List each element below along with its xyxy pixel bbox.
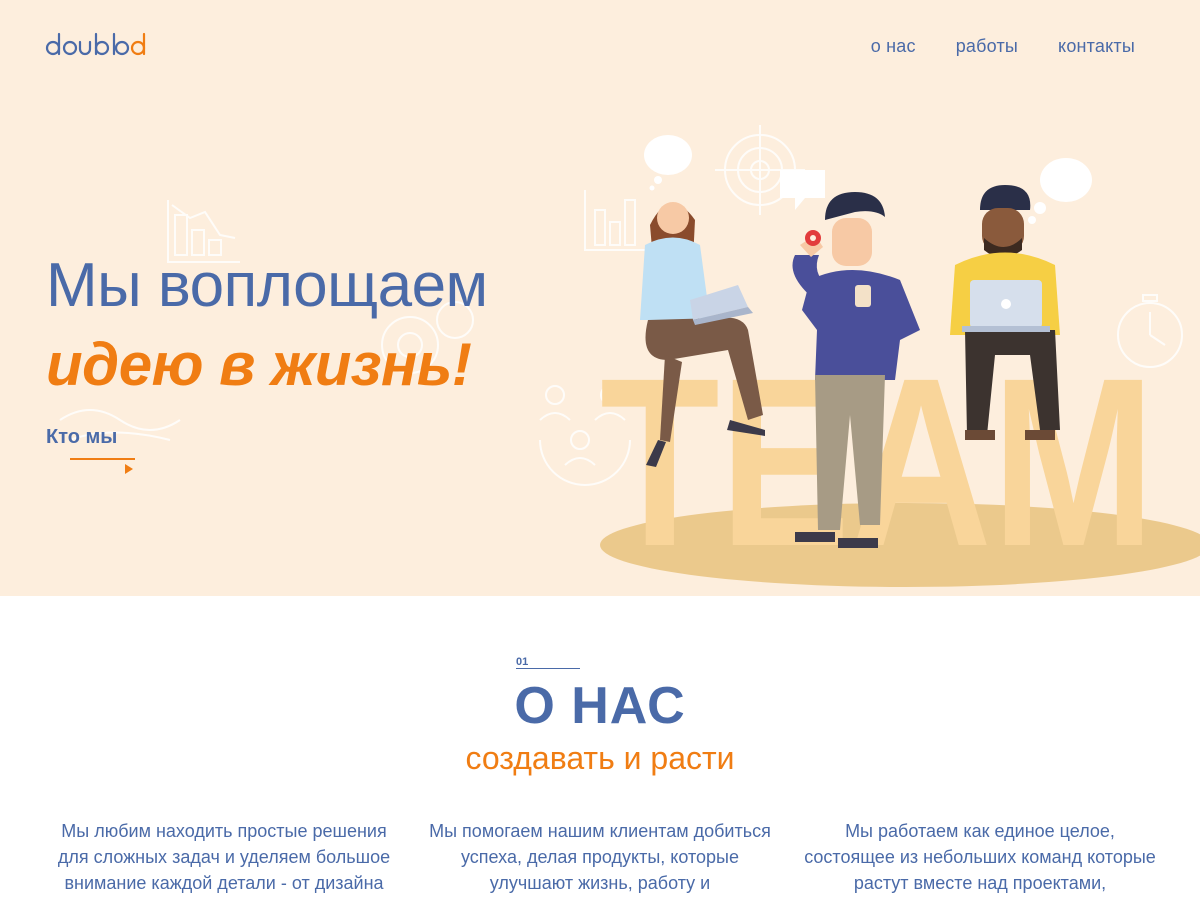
about-column-1: Мы любим находить простые решения для сл… — [57, 821, 391, 893]
who-we-are-link[interactable]: Кто мы — [46, 426, 117, 449]
hero-headline-line2: идею в жизнь! — [46, 331, 472, 398]
main-nav: о нас работы контакты — [871, 36, 1135, 57]
team-illustration: TEAM — [600, 135, 1200, 590]
section-number: 01 — [516, 656, 529, 668]
nav-item-about[interactable]: о нас — [871, 36, 916, 57]
about-column-2: Мы помогаем нашим клиентам добиться успе… — [429, 821, 771, 893]
about-title: О НАС — [514, 677, 686, 735]
about-column-3: Мы работаем как единое целое, состоящее … — [804, 821, 1156, 893]
arrow-right-icon[interactable] — [125, 464, 133, 474]
hero-section: о нас работы контакты Мы воплощаем идею … — [0, 0, 1200, 596]
about-subtitle: создавать и расти — [465, 740, 735, 776]
speech-bubble-icon — [644, 135, 692, 175]
section-number-line — [516, 668, 580, 669]
nav-item-contacts[interactable]: контакты — [1058, 36, 1135, 57]
doubled-logo[interactable] — [45, 30, 155, 58]
hero-headline-line1: Мы воплощаем — [46, 251, 488, 320]
who-we-are-underline — [70, 458, 135, 460]
chat-bubble-icon — [780, 170, 825, 210]
nav-item-works[interactable]: работы — [956, 36, 1018, 57]
thought-bubble-icon — [1040, 158, 1092, 202]
